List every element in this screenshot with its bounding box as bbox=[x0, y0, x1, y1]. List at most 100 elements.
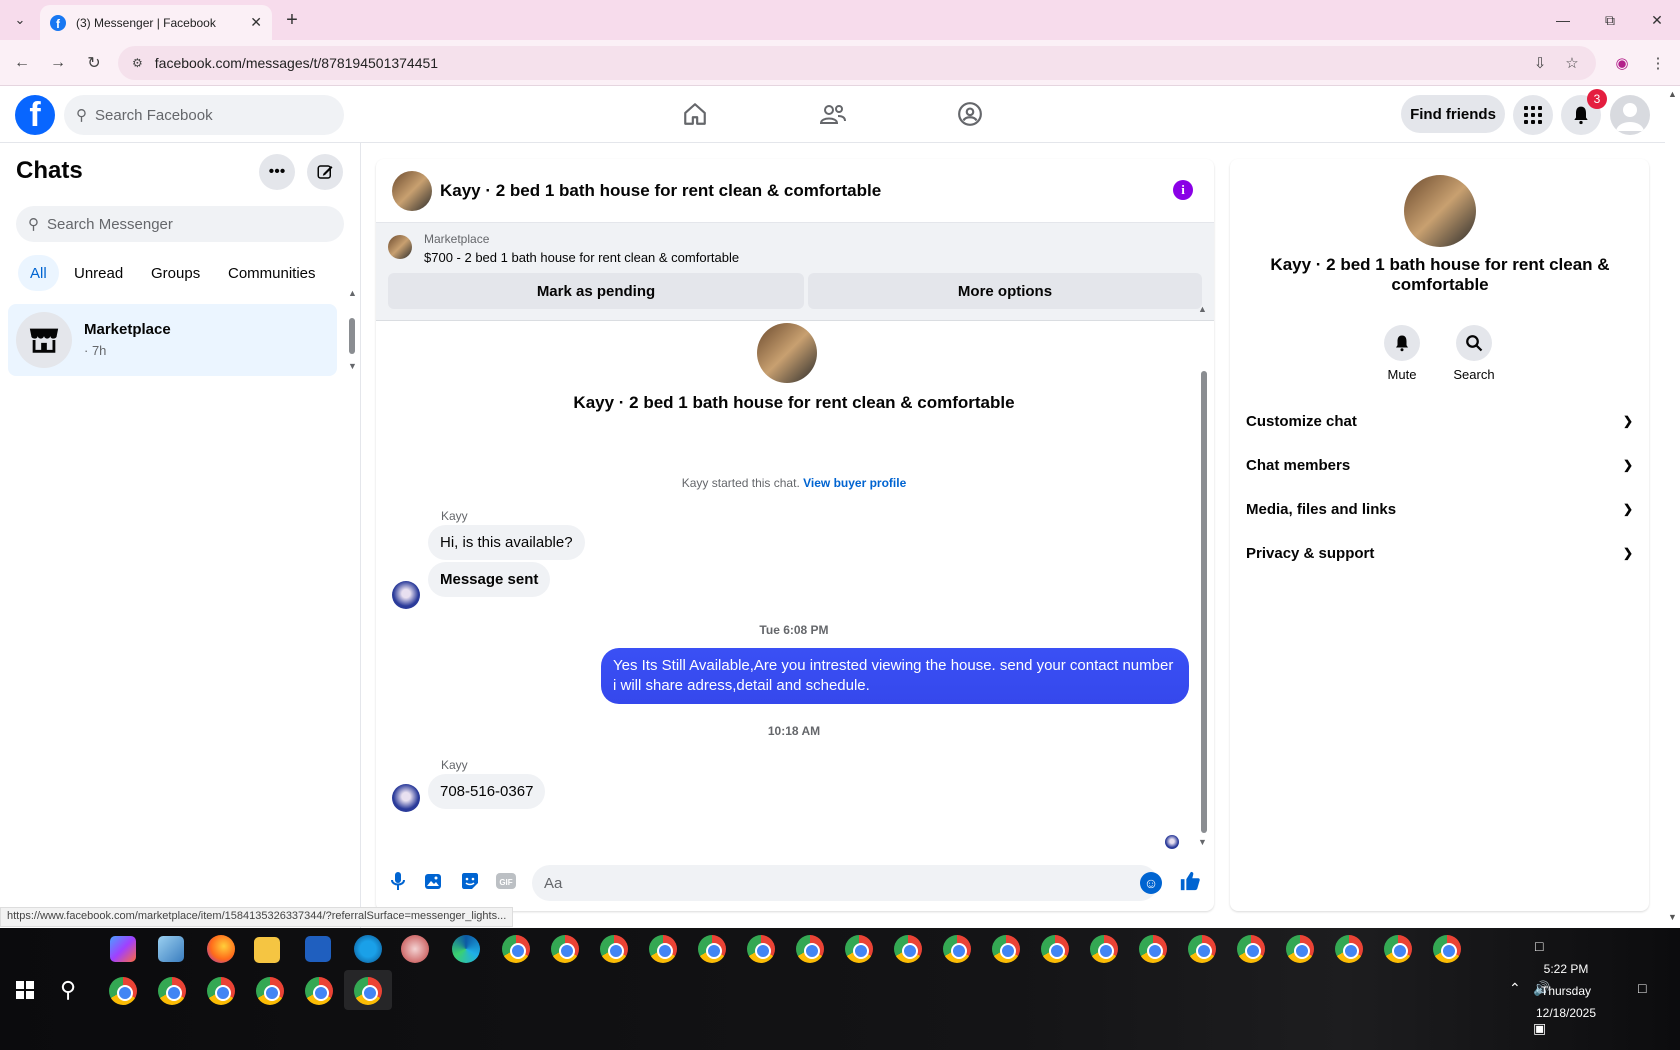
notification-center-icon[interactable]: □ bbox=[1638, 980, 1646, 996]
customize-chat-section[interactable]: Customize chat ❯ bbox=[1246, 401, 1633, 441]
find-friends-button[interactable]: Find friends bbox=[1401, 95, 1505, 133]
search-action[interactable]: Search bbox=[1444, 325, 1504, 382]
reload-icon[interactable]: ↻ bbox=[82, 51, 106, 75]
chrome-icon[interactable] bbox=[354, 977, 382, 1005]
browser-menu-icon[interactable]: ⋮ bbox=[1646, 51, 1670, 75]
remote-app-icon[interactable] bbox=[305, 936, 331, 962]
taskbar-clock[interactable]: 5:22 PM Thursday 12/18/2025 bbox=[1528, 958, 1604, 1024]
kayy-avatar[interactable] bbox=[392, 581, 420, 609]
chrome-icon[interactable] bbox=[747, 935, 775, 963]
chrome-icon[interactable] bbox=[943, 935, 971, 963]
forward-arrow-icon[interactable]: → bbox=[46, 51, 70, 75]
facebook-logo[interactable]: f bbox=[15, 95, 55, 135]
scroll-down-arrow-icon[interactable]: ▼ bbox=[348, 361, 357, 371]
privacy-support-section[interactable]: Privacy & support ❯ bbox=[1246, 533, 1633, 573]
incoming-message[interactable]: Hi, is this available? bbox=[428, 525, 585, 560]
chrome-icon[interactable] bbox=[1286, 935, 1314, 963]
emoji-icon[interactable]: ☺ bbox=[1140, 872, 1162, 894]
copilot-icon[interactable] bbox=[110, 936, 136, 962]
browser-tab-messenger[interactable]: f (3) Messenger | Facebook ✕ bbox=[40, 5, 272, 40]
sticker-icon[interactable] bbox=[458, 869, 482, 893]
conversation-info-icon[interactable]: i bbox=[1173, 180, 1193, 200]
paint-app-icon[interactable] bbox=[401, 935, 429, 963]
filter-all[interactable]: All bbox=[18, 255, 59, 291]
taskbar-search-icon[interactable]: ⚲ bbox=[60, 977, 76, 1003]
chrome-icon[interactable] bbox=[551, 935, 579, 963]
tray-chevron-up-icon[interactable]: ⌃ bbox=[1509, 980, 1521, 997]
listing-title[interactable]: $700 - 2 bed 1 bath house for rent clean… bbox=[424, 250, 739, 265]
tab-close-icon[interactable]: ✕ bbox=[250, 14, 262, 31]
notepad-app-icon[interactable] bbox=[158, 936, 184, 962]
firefox-icon[interactable] bbox=[207, 935, 235, 963]
edge-icon[interactable] bbox=[452, 935, 480, 963]
photo-icon[interactable] bbox=[422, 869, 446, 893]
windows-start-icon[interactable] bbox=[16, 981, 34, 999]
chat-list-item-marketplace[interactable]: Marketplace · 7h bbox=[8, 304, 337, 376]
incoming-message[interactable]: Message sent bbox=[428, 562, 551, 597]
site-info-icon[interactable]: ⚙ bbox=[132, 56, 143, 70]
tab-search-chevron-icon[interactable]: ⌄ bbox=[8, 8, 32, 32]
bookmark-star-icon[interactable]: ☆ bbox=[1560, 51, 1584, 75]
home-nav-button[interactable] bbox=[675, 94, 715, 134]
microphone-icon[interactable] bbox=[386, 869, 410, 893]
filter-groups[interactable]: Groups bbox=[139, 255, 212, 291]
conversation-scrollbar[interactable] bbox=[1201, 371, 1207, 833]
network-app-icon[interactable] bbox=[354, 935, 382, 963]
back-arrow-icon[interactable]: ← bbox=[10, 51, 34, 75]
chrome-icon[interactable] bbox=[1139, 935, 1167, 963]
chrome-icon[interactable] bbox=[158, 977, 186, 1005]
scroll-down-arrow-icon[interactable]: ▼ bbox=[1198, 837, 1207, 847]
chrome-icon[interactable] bbox=[109, 977, 137, 1005]
chrome-icon[interactable] bbox=[698, 935, 726, 963]
groups-nav-button[interactable] bbox=[950, 94, 990, 134]
scroll-up-arrow-icon[interactable]: ▲ bbox=[1198, 304, 1207, 314]
chrome-icon[interactable] bbox=[207, 977, 235, 1005]
chrome-icon[interactable] bbox=[1188, 935, 1216, 963]
filter-communities[interactable]: Communities bbox=[216, 255, 328, 291]
new-message-button[interactable] bbox=[307, 154, 343, 190]
chrome-icon[interactable] bbox=[1090, 935, 1118, 963]
page-scroll-up-icon[interactable]: ▲ bbox=[1668, 89, 1677, 99]
messenger-search-input[interactable]: ⚲ Search Messenger bbox=[16, 206, 344, 242]
account-avatar[interactable] bbox=[1610, 95, 1650, 135]
outgoing-message[interactable]: Yes Its Still Available,Are you intreste… bbox=[601, 648, 1189, 704]
filter-unread[interactable]: Unread bbox=[62, 255, 135, 291]
conversation-avatar[interactable] bbox=[392, 171, 432, 211]
restore-button[interactable]: ⧉ bbox=[1595, 8, 1625, 32]
more-options-button[interactable]: More options bbox=[808, 273, 1202, 309]
menu-grid-button[interactable] bbox=[1513, 95, 1553, 135]
file-explorer-icon[interactable] bbox=[254, 937, 280, 963]
mute-action[interactable]: Mute bbox=[1372, 325, 1432, 382]
thumbs-up-icon[interactable] bbox=[1178, 869, 1202, 893]
media-files-links-section[interactable]: Media, files and links ❯ bbox=[1246, 489, 1633, 529]
incoming-message[interactable]: 708-516-0367 bbox=[428, 774, 546, 809]
chrome-icon[interactable] bbox=[1237, 935, 1265, 963]
listing-thumbnail[interactable] bbox=[388, 235, 412, 259]
minimize-button[interactable]: — bbox=[1548, 8, 1578, 32]
scroll-up-arrow-icon[interactable]: ▲ bbox=[348, 288, 357, 298]
chrome-icon[interactable] bbox=[649, 935, 677, 963]
profile-icon[interactable]: ◉ bbox=[1610, 51, 1634, 75]
page-scroll-down-icon[interactable]: ▼ bbox=[1668, 912, 1677, 922]
sidebar-scrollbar[interactable] bbox=[349, 318, 355, 354]
chrome-icon[interactable] bbox=[845, 935, 873, 963]
conversation-title[interactable]: Kayy · 2 bed 1 bath house for rent clean… bbox=[440, 181, 881, 201]
facebook-search-input[interactable]: ⚲ Search Facebook bbox=[64, 95, 344, 135]
chrome-icon[interactable] bbox=[1335, 935, 1363, 963]
meet-now-icon[interactable]: □ bbox=[1535, 938, 1543, 954]
gif-icon[interactable]: GIF bbox=[494, 869, 518, 893]
chrome-icon[interactable] bbox=[992, 935, 1020, 963]
chrome-icon[interactable] bbox=[1384, 935, 1412, 963]
chrome-icon[interactable] bbox=[796, 935, 824, 963]
install-app-icon[interactable]: ⇩ bbox=[1528, 51, 1552, 75]
chrome-icon[interactable] bbox=[1433, 935, 1461, 963]
friends-nav-button[interactable] bbox=[813, 94, 853, 134]
chat-members-section[interactable]: Chat members ❯ bbox=[1246, 445, 1633, 485]
chat-options-button[interactable]: ••• bbox=[259, 154, 295, 190]
new-tab-button[interactable]: + bbox=[280, 8, 304, 32]
chrome-icon[interactable] bbox=[502, 935, 530, 963]
chrome-icon[interactable] bbox=[600, 935, 628, 963]
chrome-icon[interactable] bbox=[256, 977, 284, 1005]
chrome-icon[interactable] bbox=[305, 977, 333, 1005]
message-input[interactable]: Aa bbox=[532, 865, 1158, 901]
